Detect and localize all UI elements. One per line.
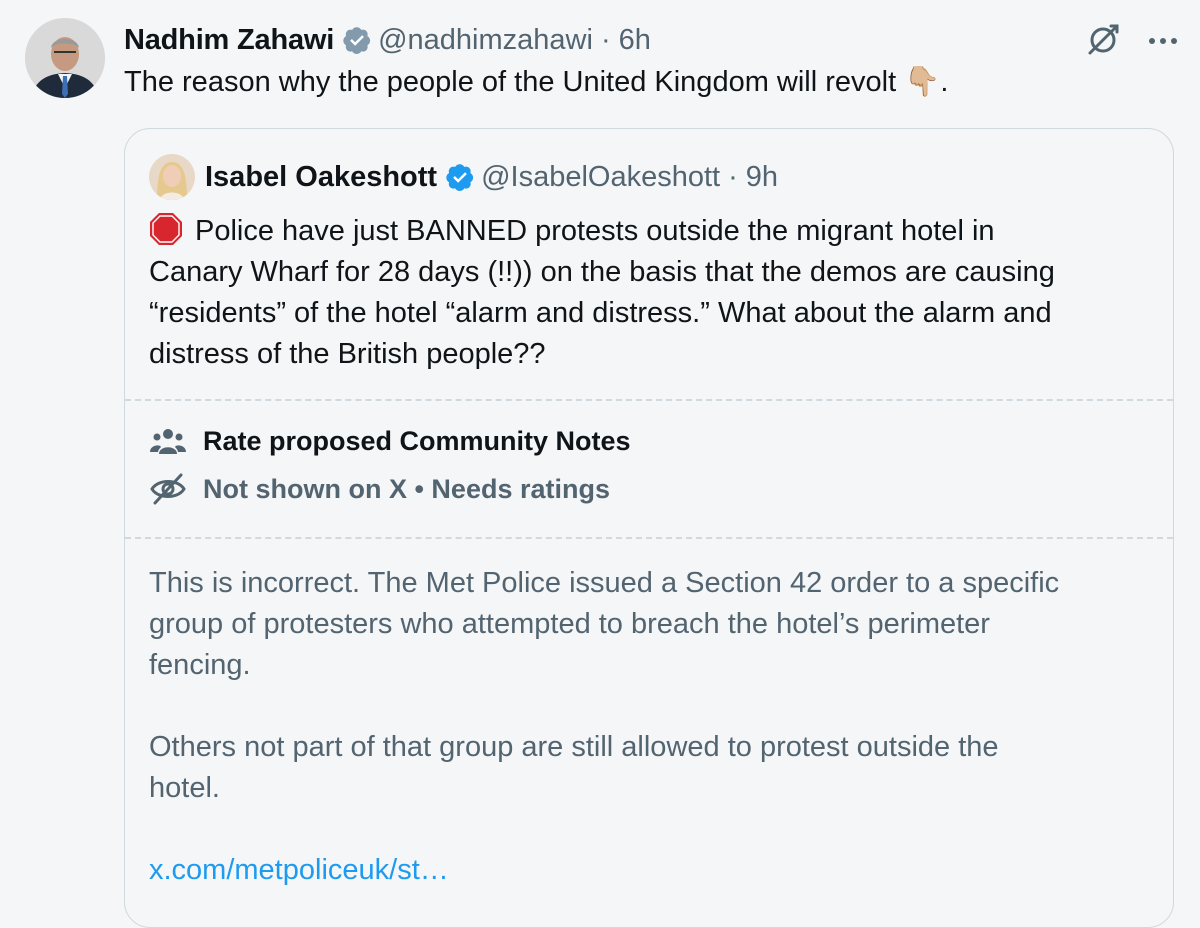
tweet-text-end: . [940,66,949,98]
quote-time[interactable]: 9h [746,161,778,194]
quote-author-name[interactable]: Isabel Oakeshott [205,161,437,194]
note-source: x.com/metpoliceuk/st… [149,850,1149,891]
people-icon [149,424,187,458]
rate-community-notes[interactable]: Rate proposed Community Notes [149,424,631,458]
stop-sign-icon [150,213,182,245]
note-paragraph-2: Others not part of that group are still … [149,727,1149,809]
top-actions [1084,20,1178,63]
quote-text-line-2: Canary Wharf for 28 days (!!)) on the ba… [149,256,1055,288]
note-paragraph-1: This is incorrect. The Met Police issued… [149,563,1149,686]
more-icon[interactable] [1148,33,1178,51]
avatar-image [25,18,105,98]
note-source-link[interactable]: x.com/metpoliceuk/st… [149,854,449,886]
quote-text-line-4: distress of the British people?? [149,338,546,370]
tweet-body: The reason why the people of the United … [124,66,897,98]
author-name[interactable]: Nadhim Zahawi [124,24,334,57]
quote-text: Police have just BANNED protests outside… [149,211,1159,375]
tweet-text: The reason why the people of the United … [124,62,948,102]
quote-verified-badge-icon [446,164,474,192]
quote-time-separator: · [728,160,738,193]
quote-avatar-image [149,154,195,200]
note-line: fencing. [149,649,251,681]
note-status-label: Not shown on X • Needs ratings [203,473,610,504]
quoted-tweet[interactable]: Isabel Oakeshott @IsabelOakeshott · 9h P… [124,128,1174,928]
quote-header: Isabel Oakeshott @IsabelOakeshott · 9h [149,154,778,200]
note-status: Not shown on X • Needs ratings [149,472,610,506]
tweet-time[interactable]: 6h [619,24,651,57]
author-handle[interactable]: @nadhimzahawi [378,24,593,57]
quote-text-line-3: “residents” of the hotel “alarm and dist… [149,297,1052,329]
author-avatar[interactable] [25,18,105,98]
note-line: This is incorrect. The Met Police issued… [149,567,1060,599]
verified-badge-icon [343,27,371,55]
quote-text-line: Police have just BANNED protests outside… [149,211,1159,252]
tweet-header: Nadhim Zahawi @nadhimzahawi · 6h [124,20,651,60]
pointing-down-emoji: 👇🏼 [904,66,941,98]
quote-text-line-1: Police have just BANNED protests outside… [195,215,995,247]
note-line: hotel. [149,772,220,804]
rate-community-notes-label: Rate proposed Community Notes [203,425,631,456]
divider [125,399,1173,401]
quote-author-avatar[interactable] [149,154,195,200]
note-line: group of protesters who attempted to bre… [149,608,990,640]
note-line: Others not part of that group are still … [149,731,999,763]
divider [125,537,1173,539]
eye-slash-icon [149,472,187,506]
quote-author-handle[interactable]: @IsabelOakeshott [481,161,720,194]
grok-icon[interactable] [1084,20,1122,63]
community-note-text: This is incorrect. The Met Police issued… [149,563,1149,891]
time-separator: · [600,23,611,56]
